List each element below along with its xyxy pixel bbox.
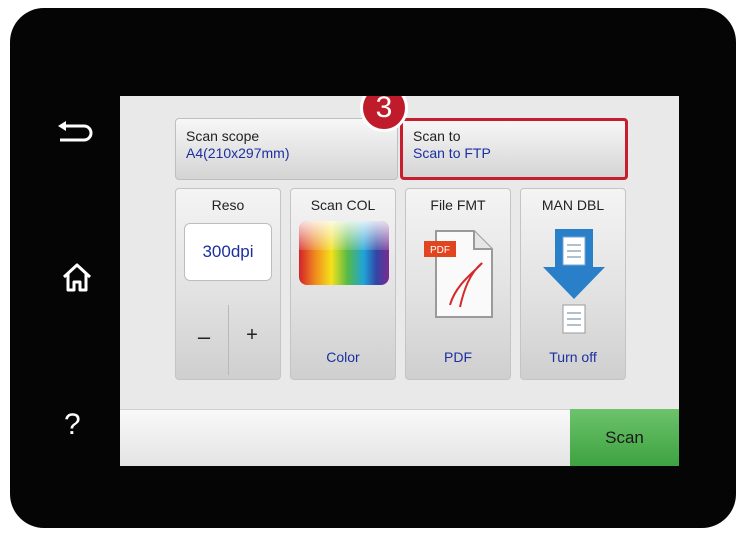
pdf-badge-text: PDF [430,245,450,256]
resolution-tile: Reso 300dpi – + [175,188,281,380]
pdf-file-icon: PDF [424,230,493,318]
file-format-title: File FMT [430,197,486,213]
scan-to-label: Scan to [413,128,461,144]
scan-scope-label: Scan scope [186,128,260,144]
home-button[interactable] [60,260,94,294]
scan-color-title: Scan COL [310,197,376,213]
resolution-increase-button[interactable]: + [234,317,270,353]
file-format-value: PDF [444,349,472,365]
scan-color-tile[interactable]: Scan COL Color [290,188,396,380]
back-arrow-icon [58,121,93,142]
scan-color-value: Color [326,349,360,365]
scan-scope-button[interactable]: Scan scope A4(210x297mm) [175,118,398,180]
stepper-divider [228,305,229,375]
touch-screen: Scan scope A4(210x297mm) Scan to Scan to… [120,96,679,466]
resolution-title: Reso [211,197,245,213]
scan-scope-value: A4(210x297mm) [186,145,290,161]
duplex-document-icon [543,229,605,334]
resolution-decrease-button[interactable]: – [186,319,222,355]
scan-button[interactable]: Scan [570,409,679,466]
scan-to-value: Scan to FTP [413,145,491,161]
back-button[interactable] [56,120,96,146]
resolution-value[interactable]: 300dpi [184,223,272,281]
printer-control-panel: ? Scan scope A4(210x297mm) Scan to Scan … [10,8,736,528]
scan-to-button[interactable]: Scan to Scan to FTP [400,118,628,180]
file-format-tile[interactable]: File FMT PDF PDF [405,188,511,380]
manual-duplex-title: MAN DBL [541,197,605,213]
home-icon [62,263,92,292]
color-spectrum-icon [299,221,389,285]
manual-duplex-tile[interactable]: MAN DBL Turn off [520,188,626,380]
help-button[interactable]: ? [64,408,81,442]
manual-duplex-value: Turn off [549,349,597,365]
